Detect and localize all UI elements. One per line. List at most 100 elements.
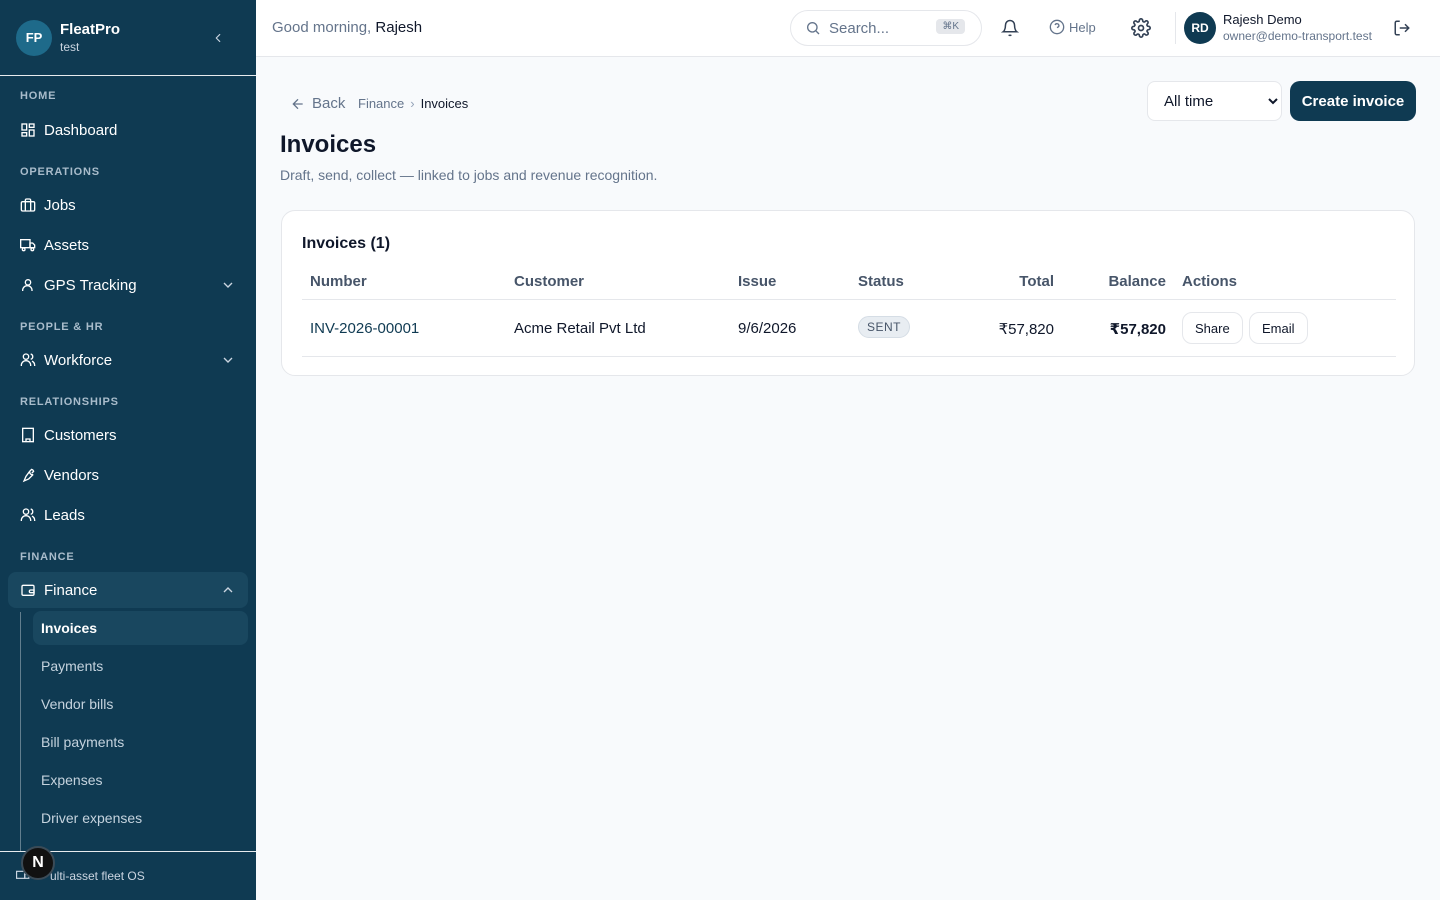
- header-divider: [1175, 12, 1176, 44]
- sidebar-item-customers[interactable]: Customers: [8, 417, 248, 453]
- settings-button[interactable]: [1131, 18, 1151, 38]
- gear-icon: [1131, 18, 1151, 38]
- chevron-right-icon: ›: [410, 96, 415, 111]
- breadcrumb-invoices: Invoices: [420, 96, 469, 111]
- sidebar-item-vendors[interactable]: Vendors: [8, 457, 248, 493]
- dev-tools-badge[interactable]: N: [21, 846, 55, 880]
- breadcrumb: Finance › Invoices: [358, 96, 468, 111]
- sidebar-item-assets[interactable]: Assets: [8, 227, 248, 263]
- users-icon: [20, 507, 36, 523]
- tenant-name: test: [60, 39, 80, 54]
- sidebar-item-dashboard[interactable]: Dashboard: [8, 112, 248, 148]
- column-header-number: Number: [310, 273, 367, 290]
- card-title: Invoices (1): [302, 235, 391, 252]
- building-icon: [20, 427, 36, 443]
- table-divider: [302, 356, 1396, 357]
- sidebar-item-gps-tracking[interactable]: GPS Tracking: [8, 267, 248, 303]
- invoice-total: ₹57,820: [998, 321, 1054, 338]
- column-header-status: Status: [858, 273, 904, 290]
- dashboard-icon: [20, 122, 36, 138]
- breadcrumb-finance[interactable]: Finance: [358, 96, 404, 111]
- logout-button[interactable]: [1392, 18, 1412, 38]
- sidebar-item-jobs[interactable]: Jobs: [8, 187, 248, 223]
- sidebar-subitem-expenses[interactable]: Expenses: [33, 763, 248, 797]
- greeting-name: Rajesh: [375, 19, 423, 36]
- sidebar-item-finance[interactable]: Finance: [8, 572, 248, 608]
- wallet-icon: [20, 582, 36, 598]
- arrow-left-icon: [290, 96, 306, 112]
- sidebar-item-label: GPS Tracking: [44, 276, 137, 294]
- search-shortcut: ⌘K: [936, 19, 965, 34]
- date-range-select[interactable]: All time: [1147, 81, 1282, 121]
- invoices-card: Invoices (1) Number Customer Issue Statu…: [281, 210, 1415, 376]
- help-button[interactable]: Help: [1049, 19, 1096, 35]
- column-header-actions: Actions: [1182, 273, 1238, 290]
- sidebar-item-workforce[interactable]: Workforce: [8, 342, 248, 378]
- column-header-customer: Customer: [514, 273, 585, 290]
- section-label-finance: FINANCE: [20, 551, 75, 563]
- invoice-balance: ₹57,820: [1109, 321, 1166, 338]
- brand-logo: FP: [16, 19, 52, 56]
- section-label-relationships: RELATIONSHIPS: [20, 396, 119, 408]
- sidebar-subitem-payments[interactable]: Payments: [33, 649, 248, 683]
- sidebar-item-label: Leads: [44, 506, 85, 524]
- section-label-operations: OPERATIONS: [20, 166, 100, 178]
- sidebar-item-label: Customers: [44, 426, 117, 444]
- brand-name: FleatPro: [60, 20, 121, 38]
- sidebar-item-label: Jobs: [44, 196, 76, 214]
- user-name: Rajesh Demo: [1223, 12, 1302, 27]
- search-placeholder: Search...: [829, 19, 890, 37]
- invoice-customer: Acme Retail Pvt Ltd: [514, 320, 646, 337]
- email-button[interactable]: Email: [1249, 312, 1308, 344]
- sidebar-item-label: Vendors: [44, 466, 100, 484]
- sidebar-item-label: Finance: [44, 581, 98, 599]
- back-button[interactable]: Back: [290, 95, 345, 112]
- greeting: Good morning, Rajesh: [272, 19, 422, 36]
- brand: FP FleatPro test: [0, 0, 256, 76]
- user-pin-icon: [20, 277, 36, 293]
- sidebar-subitem-vendor-bills[interactable]: Vendor bills: [33, 687, 248, 721]
- bell-icon: [1001, 19, 1019, 37]
- invoice-issue-date: 9/6/2026: [738, 320, 797, 337]
- truck-icon: [20, 237, 36, 253]
- invoice-number-link[interactable]: INV-2026-00001: [310, 320, 419, 337]
- greeting-prefix: Good morning,: [272, 19, 372, 36]
- chevron-left-icon: [215, 33, 221, 42]
- users-icon: [20, 352, 36, 368]
- table-divider: [302, 299, 1396, 300]
- briefcase-icon: [20, 197, 36, 213]
- page-subtitle: Draft, send, collect — linked to jobs an…: [280, 167, 658, 183]
- sidebar-subitem-bill-payments[interactable]: Bill payments: [33, 725, 248, 759]
- chevron-down-icon: [220, 277, 236, 293]
- sidebar-item-label: Workforce: [44, 351, 113, 369]
- logout-icon: [1394, 20, 1410, 36]
- page-title: Invoices: [280, 131, 377, 158]
- column-header-total: Total: [1019, 273, 1054, 290]
- sidebar-footer-text: ulti-asset fleet OS: [50, 869, 145, 883]
- user-email: owner@demo-transport.test: [1223, 29, 1372, 43]
- sidebar: FP FleatPro test HOME Dashboard OPERATIO…: [0, 0, 256, 900]
- avatar[interactable]: RD: [1184, 12, 1216, 44]
- search-input[interactable]: Search... ⌘K: [790, 10, 982, 46]
- section-label-home: HOME: [20, 90, 57, 102]
- top-bar: Good morning, Rajesh Search... ⌘K Help R…: [256, 0, 1440, 57]
- help-circle-icon: [1049, 19, 1065, 35]
- section-label-people-hr: PEOPLE & HR: [20, 321, 104, 333]
- chevron-up-icon: [220, 582, 236, 598]
- sidebar-subitem-invoices[interactable]: Invoices: [33, 611, 248, 645]
- sidebar-subitem-driver-expenses[interactable]: Driver expenses: [33, 801, 248, 835]
- sidebar-item-leads[interactable]: Leads: [8, 497, 248, 533]
- notifications-button[interactable]: [1000, 18, 1020, 38]
- chevron-down-icon: [220, 352, 236, 368]
- create-invoice-button[interactable]: Create invoice: [1290, 81, 1416, 121]
- submenu-guide-line: [20, 612, 21, 852]
- collapse-sidebar-button[interactable]: [206, 26, 230, 50]
- back-label: Back: [312, 95, 346, 112]
- status-badge: SENT: [858, 316, 911, 338]
- help-label: Help: [1069, 19, 1096, 35]
- wrench-icon: [20, 467, 36, 483]
- share-button[interactable]: Share: [1182, 312, 1243, 344]
- sidebar-item-label: Assets: [44, 236, 90, 254]
- column-header-issue: Issue: [738, 273, 777, 290]
- search-icon: [805, 20, 821, 36]
